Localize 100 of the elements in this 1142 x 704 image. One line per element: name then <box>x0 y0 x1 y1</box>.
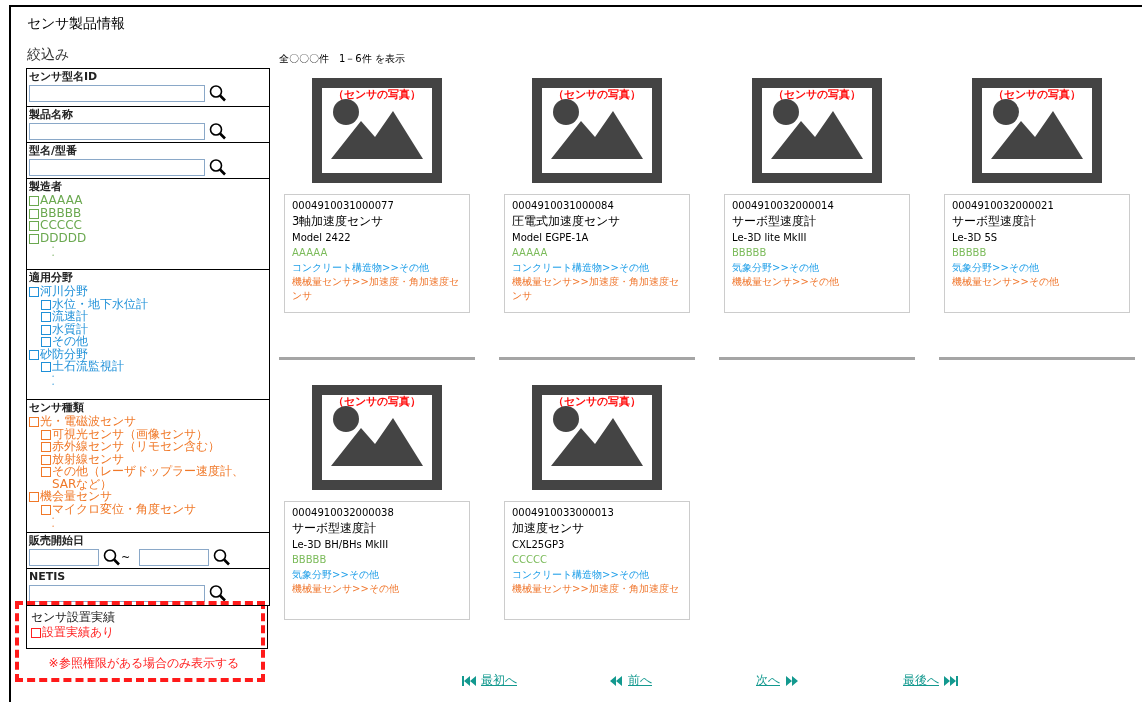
checkbox-label[interactable]: その他（レーザドップラー速度計、SARなど） <box>52 465 267 490</box>
result-count: 全〇〇〇件 1－6件 を表示 <box>279 52 406 66</box>
input-field[interactable] <box>139 548 210 566</box>
checkbox[interactable] <box>29 196 39 206</box>
checkbox-label[interactable]: 光・電磁波センサ <box>40 415 136 428</box>
checkbox-label[interactable]: 放射線センサ <box>52 452 124 465</box>
search-icon[interactable] <box>208 584 228 602</box>
pager-link[interactable]: 前へ <box>628 672 652 689</box>
checkbox[interactable] <box>29 492 39 502</box>
product-id: 0004910032000014 <box>732 199 835 213</box>
checkbox-label[interactable]: CCCCC <box>40 219 82 232</box>
filter-label: 製品名称 <box>29 108 74 122</box>
range-separator: ~ <box>121 550 131 564</box>
product-card[interactable]: 0004910032000014 サーボ型速度計 Le-3D lite MkIII BBBBB 気象分野>>その他 機械量センサ>>その他 <box>724 194 910 313</box>
maker-name: BBBBB <box>292 553 328 567</box>
product-model: Model 2422 <box>292 231 352 245</box>
checkbox-label[interactable]: 土石流監視計 <box>52 360 124 373</box>
checkbox[interactable] <box>41 299 51 310</box>
input-field[interactable] <box>29 548 99 566</box>
ellipsis-mark: ・ <box>48 244 58 252</box>
skip-forward-icon[interactable] <box>944 675 958 686</box>
checkbox[interactable] <box>41 324 51 335</box>
checkbox[interactable] <box>41 454 51 465</box>
rewind-icon[interactable] <box>609 675 623 686</box>
search-icon[interactable] <box>208 84 228 102</box>
checkbox[interactable] <box>29 417 39 427</box>
sensor-category: 機械量センサ>>その他 <box>292 582 400 596</box>
skip-back-icon[interactable] <box>462 675 476 686</box>
checkbox[interactable] <box>41 312 51 322</box>
photo-placeholder[interactable]: （センサの写真） <box>972 78 1102 183</box>
checkbox-label[interactable]: 設置実績あり <box>42 626 114 639</box>
ellipsis-mark: ・ <box>48 380 58 389</box>
search-icon[interactable] <box>208 122 228 140</box>
product-card[interactable]: 0004910031000077 3軸加速度センサ Model 2422 AAAAA コンクリート構造物>>その他 機械量センサ>>加速度・角加速度センサ <box>284 194 470 313</box>
product-id: 0004910032000021 <box>952 199 1055 213</box>
field-category: 気象分野>>その他 <box>292 568 380 582</box>
pager-link[interactable]: 最後へ <box>903 672 939 689</box>
search-icon[interactable] <box>208 158 228 176</box>
product-card[interactable]: 0004910032000038 サーボ型速度計 Le-3D BH/BHs MkIII BBBBB 気象分野>>その他 機械量センサ>>その他 <box>284 501 470 620</box>
fast-forward-icon[interactable] <box>785 675 799 686</box>
filter-label: センサ種類 <box>29 401 85 415</box>
photo-placeholder[interactable]: （センサの写真） <box>752 78 882 183</box>
search-icon[interactable] <box>212 548 233 566</box>
filter-label: NETIS <box>29 570 67 584</box>
checkbox-label[interactable]: DDDDD <box>40 231 87 244</box>
checkbox[interactable] <box>29 221 39 231</box>
product-model: Model EGPE-1A <box>512 231 590 245</box>
checkbox-label[interactable]: 流速計 <box>52 310 88 323</box>
field-category: コンクリート構造物>>その他 <box>292 261 430 275</box>
checkbox-label[interactable]: マイクロ変位・角度センサ <box>52 502 196 515</box>
checkbox-label[interactable]: 砂防分野 <box>40 347 88 360</box>
input-field[interactable] <box>29 122 205 140</box>
photo-placeholder[interactable]: （センサの写真） <box>532 78 662 183</box>
field-category: コンクリート構造物>>その他 <box>512 261 650 275</box>
placeholder-label: （センサの写真） <box>553 395 641 409</box>
input-field[interactable] <box>29 84 205 102</box>
photo-placeholder[interactable]: （センサの写真） <box>312 385 442 490</box>
checkbox[interactable] <box>31 628 41 638</box>
product-id: 0004910031000077 <box>292 199 395 213</box>
checkbox-label[interactable]: BBBBB <box>40 206 82 219</box>
checkbox[interactable] <box>29 287 39 297</box>
checkbox[interactable] <box>29 349 39 360</box>
checkbox-label[interactable]: その他 <box>52 335 88 348</box>
input-field[interactable] <box>29 584 205 602</box>
checkbox[interactable] <box>41 337 51 347</box>
sensor-category: 機械量センサ>>加速度・角加速度セ <box>512 582 680 596</box>
product-card[interactable]: 0004910033000013 加速度センサ CXL25GP3 CCCCC コンクリート構造物>>その他 機械量センサ>>加速度・角加速度セ <box>504 501 690 620</box>
checkbox-label[interactable]: AAAAA <box>40 194 83 207</box>
sensor-category: 機械量センサ>>加速度・角加速度センサ <box>512 275 680 303</box>
checkbox[interactable] <box>41 504 51 515</box>
product-id: 0004910031000084 <box>512 199 615 213</box>
maker-name: BBBBB <box>952 246 988 260</box>
checkbox-label[interactable]: 河川分野 <box>40 285 88 298</box>
checkbox-label[interactable]: 水位・地下水位計 <box>52 297 148 310</box>
pager-link[interactable]: 次へ <box>756 672 780 689</box>
checkbox[interactable] <box>41 442 51 452</box>
product-name: 圧電式加速度センサ <box>512 213 621 230</box>
checkbox[interactable] <box>29 233 39 244</box>
checkbox-label[interactable]: 機会量センサ <box>40 490 112 503</box>
product-card[interactable]: 0004910031000084 圧電式加速度センサ Model EGPE-1A AAAAA コンクリート構造物>>その他 機械量センサ>>加速度・角加速度センサ <box>504 194 690 313</box>
pager-link[interactable]: 最初へ <box>481 672 517 689</box>
checkbox[interactable] <box>41 362 51 372</box>
filter-label: 製造者 <box>29 180 63 194</box>
product-model: Le-3D BH/BHs MkIII <box>292 538 390 552</box>
checkbox[interactable] <box>41 429 51 440</box>
checkbox[interactable] <box>29 208 39 219</box>
ellipsis-mark: ・ <box>48 372 58 381</box>
checkbox[interactable] <box>41 467 51 477</box>
search-icon[interactable] <box>102 548 122 566</box>
checkbox-label[interactable]: 可視光センサ（画像センサ） <box>52 427 208 440</box>
checkbox-label[interactable]: 赤外線センサ（リモセン含む） <box>52 440 220 453</box>
product-model: Le-3D lite MkIII <box>732 231 808 245</box>
checkbox-label[interactable]: 水質計 <box>52 322 88 335</box>
product-card[interactable]: 0004910032000021 サーボ型速度計 Le-3D 5S BBBBB 気象分野>>その他 機械量センサ>>その他 <box>944 194 1130 313</box>
input-field[interactable] <box>29 158 205 176</box>
product-name: サーボ型速度計 <box>732 213 817 230</box>
photo-placeholder[interactable]: （センサの写真） <box>312 78 442 183</box>
product-name: サーボ型速度計 <box>952 213 1037 230</box>
field-category: 気象分野>>その他 <box>952 261 1040 275</box>
photo-placeholder[interactable]: （センサの写真） <box>532 385 662 490</box>
